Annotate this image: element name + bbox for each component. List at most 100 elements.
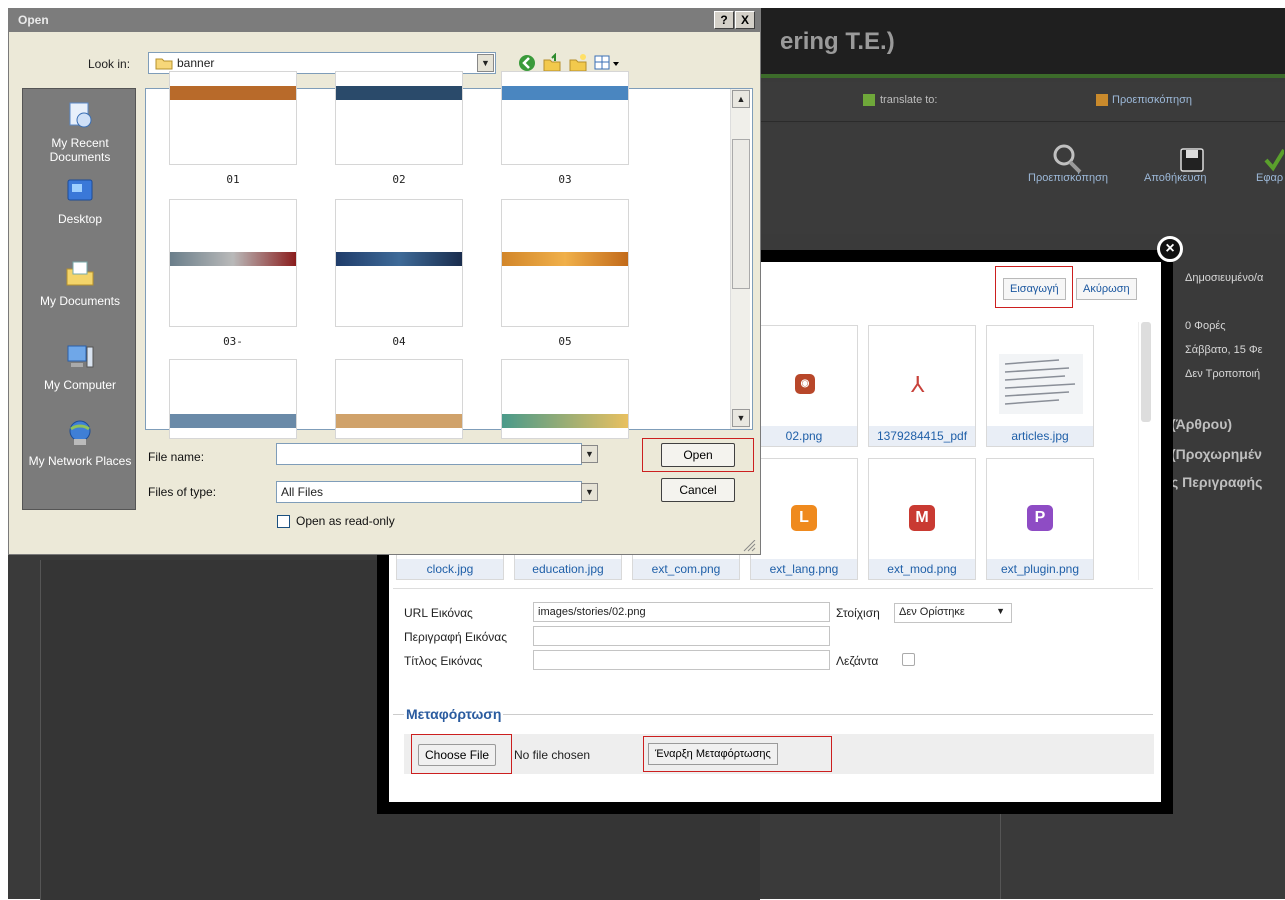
- network-places-icon: [69, 420, 91, 445]
- divider: [393, 588, 1153, 589]
- modified-date: Δεν Τροποποιή: [1185, 368, 1261, 380]
- caption-checkbox[interactable]: [902, 653, 915, 666]
- file-name-03[interactable]: 03: [501, 173, 629, 186]
- file-thumb-row3-1[interactable]: [169, 359, 297, 439]
- start-upload-button[interactable]: Έναρξη Μεταφόρτωσης: [648, 743, 778, 765]
- place-label: Desktop: [57, 212, 103, 226]
- places-bar: My Recent Documents Desktop My Documents…: [22, 88, 136, 510]
- file-thumb-01[interactable]: [169, 71, 297, 165]
- file-name-05[interactable]: 05: [501, 335, 629, 348]
- preview-flag-icon: [1096, 94, 1108, 106]
- published-state: Δημοσιευμένο/α: [1185, 272, 1264, 284]
- file-name-01[interactable]: 01: [169, 173, 297, 186]
- plugin-icon: P: [1027, 505, 1053, 531]
- thumb-caption: ext_com.png: [633, 559, 739, 579]
- title-input[interactable]: [533, 650, 830, 670]
- new-folder-icon[interactable]: [568, 53, 588, 73]
- file-thumb-05[interactable]: [501, 199, 629, 327]
- image-thumb-02[interactable]: ◉ 02.png: [750, 325, 858, 447]
- chevron-down-icon[interactable]: ▼: [477, 54, 494, 72]
- place-recent-documents[interactable]: My Recent Documents: [23, 101, 137, 164]
- files-of-type-combo[interactable]: All Files ▼: [276, 481, 598, 503]
- section-advanced-params[interactable]: (Προχωρημέν: [1171, 446, 1262, 462]
- lang-icon: L: [791, 505, 817, 531]
- url-input[interactable]: [533, 602, 830, 622]
- thumb-caption: education.jpg: [515, 559, 621, 579]
- my-computer-icon: [67, 345, 94, 368]
- open-button[interactable]: Open: [661, 443, 735, 467]
- place-my-computer[interactable]: My Computer: [23, 343, 137, 392]
- apply-check-icon[interactable]: [1264, 146, 1284, 174]
- scrollbar-thumb[interactable]: [1141, 322, 1151, 422]
- chevron-down-icon[interactable]: ▼: [581, 483, 598, 501]
- file-thumb-02[interactable]: [335, 71, 463, 165]
- thumb-caption: 1379284415_pdf: [869, 426, 975, 446]
- scrollbar-thumb[interactable]: [732, 139, 750, 289]
- thumb-caption: ext_plugin.png: [987, 559, 1093, 579]
- dialog-cancel-button[interactable]: Cancel: [661, 478, 735, 502]
- site-title: ering T.E.): [780, 28, 895, 55]
- file-name-02[interactable]: 02: [335, 173, 463, 186]
- file-thumb-04[interactable]: [335, 199, 463, 327]
- file-name-04[interactable]: 04: [335, 335, 463, 348]
- image-thumb-ext-plugin[interactable]: P ext_plugin.png: [986, 458, 1094, 580]
- file-name-03-dash[interactable]: 03-: [169, 335, 297, 348]
- translate-label: translate to:: [880, 94, 938, 106]
- image-thumb-articles[interactable]: articles.jpg: [986, 325, 1094, 447]
- resize-grip-icon[interactable]: [742, 540, 756, 552]
- my-documents-icon: [66, 261, 94, 286]
- help-button[interactable]: ?: [714, 11, 734, 29]
- file-thumb-03-dash[interactable]: [169, 199, 297, 327]
- insert-button[interactable]: Εισαγωγή: [1003, 278, 1066, 300]
- no-file-chosen: No file chosen: [514, 748, 591, 762]
- read-only-checkbox[interactable]: [277, 515, 290, 528]
- upload-legend: Μεταφόρτωση: [404, 706, 504, 722]
- thumb-caption: clock.jpg: [397, 559, 503, 579]
- back-icon[interactable]: [518, 54, 536, 72]
- cancel-button[interactable]: Ακύρωση: [1076, 278, 1137, 300]
- scroll-down-icon[interactable]: ▼: [732, 409, 750, 427]
- file-thumb-row3-3[interactable]: [501, 359, 629, 439]
- description-input[interactable]: [533, 626, 830, 646]
- views-menu-icon[interactable]: [594, 54, 620, 72]
- save-button[interactable]: Αποθήκευση: [1144, 172, 1206, 184]
- file-thumb-03[interactable]: [501, 71, 629, 165]
- image-thumb-ext-mod[interactable]: M ext_mod.png: [868, 458, 976, 580]
- save-disk-icon[interactable]: [1178, 146, 1206, 174]
- apply-button[interactable]: Εφαρ: [1256, 172, 1283, 184]
- look-in-value: banner: [177, 56, 215, 70]
- image-thumb-pdf[interactable]: ⅄ 1379284415_pdf: [868, 325, 976, 447]
- place-label: My Recent Documents: [49, 136, 111, 164]
- image-grid-scrollbar[interactable]: [1138, 322, 1152, 580]
- choose-file-button[interactable]: Choose File: [418, 744, 497, 766]
- section-meta-description[interactable]: ς Περιγραφής: [1171, 474, 1262, 490]
- recent-documents-icon: [69, 102, 92, 128]
- read-only-label: Open as read-only: [296, 514, 395, 528]
- thumb-caption: ext_lang.png: [751, 559, 857, 579]
- dialog-titlebar[interactable]: Open ? X: [8, 8, 761, 32]
- file-list-scrollbar[interactable]: ▲ ▼: [730, 89, 750, 429]
- right-info-panel: Δημοσιευμένο/α 0 Φορές Σάββατο, 15 Φε Δε…: [1165, 240, 1285, 840]
- magnifier-icon[interactable]: [1050, 142, 1084, 176]
- scroll-up-icon[interactable]: ▲: [732, 90, 750, 108]
- caption-label: Λεζάντα: [836, 654, 879, 668]
- preview-link[interactable]: Προεπισκόπηση: [1112, 94, 1192, 106]
- up-folder-icon[interactable]: [542, 53, 562, 73]
- modal-close-icon[interactable]: ×: [1157, 236, 1183, 262]
- file-list-view: 01 02 03 03- 04 05: [145, 71, 753, 439]
- place-desktop[interactable]: Desktop: [23, 177, 137, 226]
- preview-button[interactable]: Προεπισκόπηση: [1028, 172, 1108, 184]
- place-my-documents[interactable]: My Documents: [23, 259, 137, 308]
- place-label: My Network Places: [28, 454, 132, 468]
- description-label: Περιγραφή Εικόνας: [404, 630, 507, 644]
- translate-icon: [863, 94, 875, 106]
- align-label: Στοίχιση: [836, 606, 880, 620]
- file-thumb-row3-2[interactable]: [335, 359, 463, 439]
- file-name-combo[interactable]: ▼: [276, 443, 598, 465]
- align-select[interactable]: Δεν Ορίστηκε ▼: [894, 603, 1012, 623]
- place-network[interactable]: My Network Places: [23, 419, 137, 468]
- close-button[interactable]: X: [735, 11, 755, 29]
- chevron-down-icon[interactable]: ▼: [581, 445, 598, 463]
- section-article-params[interactable]: (Άρθρου): [1171, 416, 1232, 432]
- image-thumb-ext-lang[interactable]: L ext_lang.png: [750, 458, 858, 580]
